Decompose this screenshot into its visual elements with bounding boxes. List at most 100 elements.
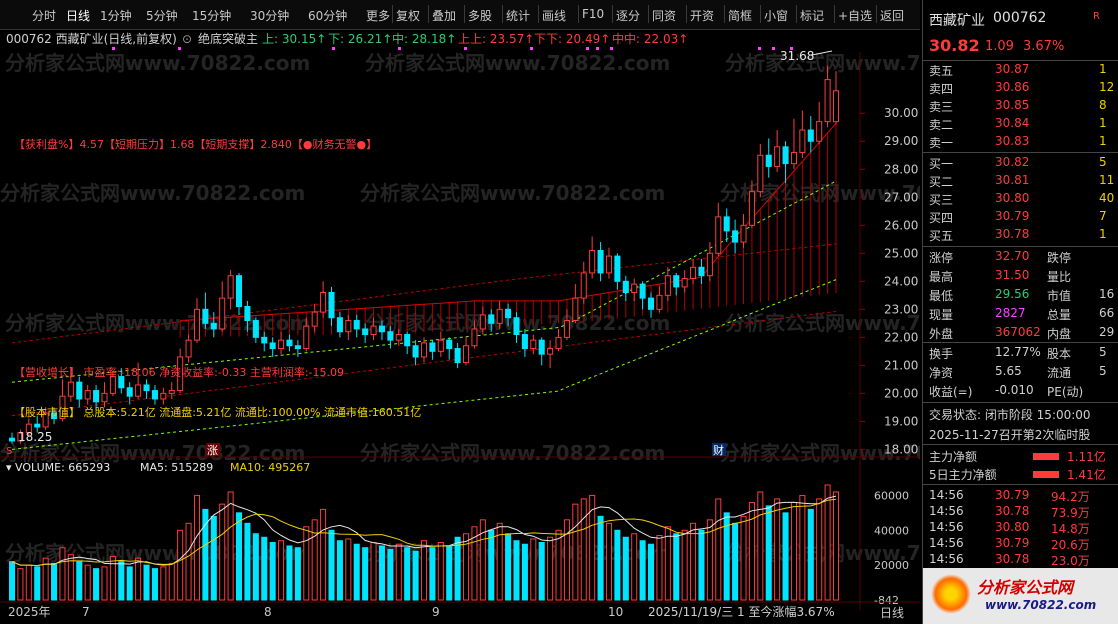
candle-body (631, 283, 638, 294)
tick-price: 30.80 (995, 520, 1030, 534)
toolbar-button-7[interactable]: 同资 (652, 7, 676, 24)
toolbar-button-11[interactable]: 标记 (800, 7, 824, 24)
candle-body (437, 339, 444, 352)
candle-body (446, 339, 453, 350)
tick-volume: 94.2万 (1051, 490, 1090, 504)
volume-bar (235, 512, 243, 601)
flow-value: 1.41亿 (1067, 468, 1106, 482)
candle-body (463, 345, 470, 364)
candle-body (832, 90, 840, 123)
volume-bar (261, 536, 268, 601)
candle-body (261, 336, 268, 344)
candle-body (757, 154, 764, 193)
volume-bar (320, 508, 327, 601)
candle-body (336, 317, 343, 333)
candle-body (656, 294, 663, 310)
candle-body (93, 390, 100, 403)
toolbar-button-8[interactable]: 开资 (690, 7, 714, 24)
candle-body (67, 381, 74, 397)
candle-body (505, 308, 512, 319)
toolbar-button-1[interactable]: 叠加 (432, 7, 456, 24)
candle-body (387, 331, 394, 341)
stat-value: 32.70 (995, 249, 1030, 263)
indicator-value: 下: 26.21↑ (328, 32, 392, 46)
candle-body (378, 325, 385, 333)
stock-name: 西藏矿业 (929, 13, 985, 29)
s-marker: S (6, 446, 12, 457)
indicator-value: 下下: 20.49↑ (534, 32, 610, 46)
kline-chart-svg[interactable]: 分析家公式网www.70822.com 分析家公式网www.70822.com 分析… (0, 30, 1030, 624)
toolbar-button-6[interactable]: 逐分 (616, 7, 640, 24)
candle-body (278, 339, 285, 350)
price-axis-label: 19.00 (884, 414, 918, 428)
candle-body (816, 121, 823, 142)
bid-label: 买四 (929, 211, 954, 225)
stat2-label: 股本 (1047, 347, 1072, 361)
candle-body (715, 216, 722, 254)
candle-body (202, 308, 209, 324)
candle-body (597, 249, 604, 274)
toolbar-button-12[interactable]: +自选 (838, 7, 872, 24)
candle-body (706, 252, 713, 277)
signal-dot (596, 47, 599, 50)
period-tab-5[interactable]: 30分钟 (250, 7, 289, 24)
divider (923, 246, 1118, 247)
divider (923, 60, 1118, 61)
toolbar-button-10[interactable]: 小窗 (764, 7, 788, 24)
volume-bar (387, 548, 394, 601)
volume-bar (748, 501, 755, 601)
bid-volume: 11 (1099, 173, 1115, 187)
toolbar-button-9[interactable]: 简框 (728, 7, 752, 24)
stat2-value: 5 (1099, 345, 1107, 359)
period-tab-1[interactable]: 日线 (66, 7, 90, 24)
candle-body (353, 320, 360, 330)
candle-body (252, 320, 259, 338)
candle-body (8, 437, 16, 442)
news-link[interactable]: 2025-11-27召开第2次临时股 (929, 426, 1090, 443)
bid-label: 买三 (929, 193, 954, 207)
watermark-text: 分析家公式网www.70822.com (0, 181, 305, 205)
period-tab-3[interactable]: 5分钟 (146, 7, 178, 24)
period-tab-4[interactable]: 15分钟 (192, 7, 231, 24)
candle-body (135, 384, 142, 397)
period-tab-0[interactable]: 分时 (32, 7, 56, 24)
volume-bar (614, 529, 621, 601)
indicator-toggle-icon: ⊙ (182, 32, 192, 46)
toolbar-button-13[interactable]: 返回 (880, 7, 904, 24)
bid-volume: 7 (1099, 209, 1107, 223)
divider (923, 152, 1118, 153)
volume-bar (681, 529, 688, 601)
candle-body (454, 348, 461, 364)
volume-bar (151, 568, 158, 601)
kline-chart-area[interactable]: 分析家公式网www.70822.com 分析家公式网www.70822.com 分析… (0, 30, 1030, 624)
toolbar-button-3[interactable]: 统计 (506, 7, 530, 24)
toolbar-button-2[interactable]: 多股 (468, 7, 492, 24)
toolbar-button-4[interactable]: 画线 (542, 7, 566, 24)
volume-bar (757, 491, 764, 601)
candle-body (185, 339, 192, 358)
period-tab-6[interactable]: 60分钟 (308, 7, 347, 24)
candle-body (404, 334, 411, 347)
candle-body (824, 79, 831, 123)
toolbar-button-0[interactable]: 复权 (396, 7, 420, 24)
ask-price: 30.85 (995, 98, 1030, 112)
candle-body (429, 342, 436, 352)
candle-body (782, 146, 789, 165)
volume-bar (336, 540, 343, 601)
toolbar-button-5[interactable]: F10 (582, 7, 604, 21)
ma5-label: MA5: 515289 (140, 461, 213, 474)
price-axis-label: 25.00 (884, 246, 918, 260)
candle-body (538, 339, 545, 355)
price-axis-label: 22.00 (884, 330, 918, 344)
stat2-value: 5.65 (995, 364, 1022, 378)
volume-bar (816, 498, 823, 601)
period-tab-2[interactable]: 1分钟 (100, 7, 132, 24)
stat-label: 量比 (1047, 270, 1072, 284)
candle-body (555, 336, 562, 350)
ask-label: 卖五 (929, 64, 954, 78)
candle-body (647, 297, 655, 310)
candle-body (790, 151, 797, 165)
date-axis-label: 9 (432, 605, 440, 619)
bid-price: 30.82 (995, 155, 1030, 169)
period-tab-7[interactable]: 更多 (366, 7, 390, 24)
